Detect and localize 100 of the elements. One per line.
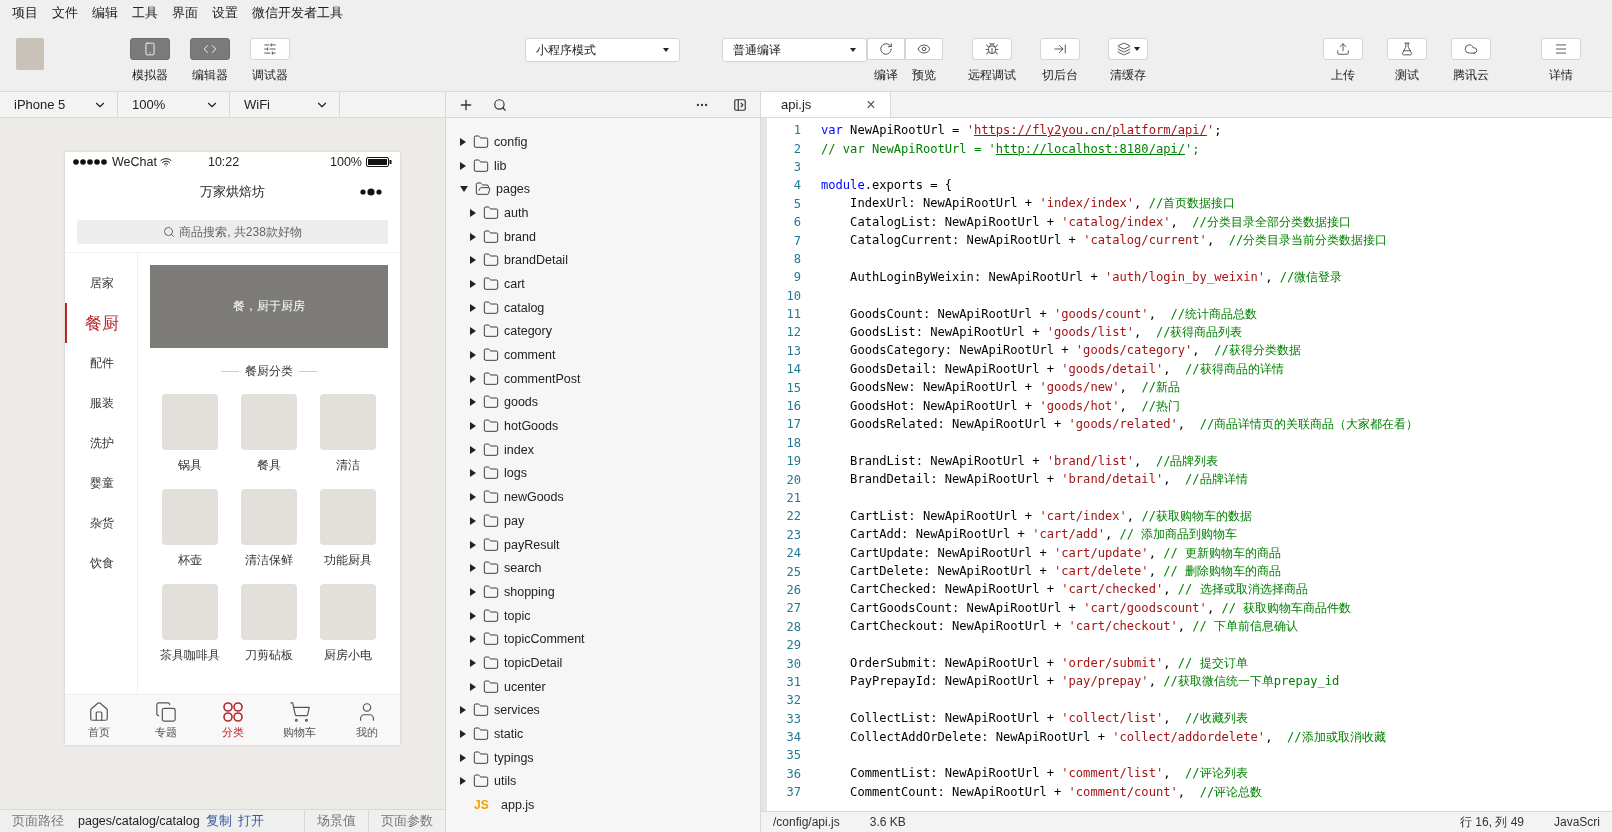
tree-item[interactable]: static (446, 722, 760, 746)
category-item[interactable]: 餐厨 (65, 303, 137, 343)
editor-tab[interactable]: api.js × (761, 92, 891, 117)
tree-item[interactable]: logs (446, 461, 760, 486)
tree-item[interactable]: topic (446, 603, 760, 628)
category-item[interactable]: 婴童 (65, 463, 137, 503)
category-item[interactable]: 杂货 (65, 503, 137, 543)
compile-select[interactable]: 普通编译 (722, 38, 867, 62)
tree-item[interactable]: payResult (446, 532, 760, 557)
code-line: CommentCount: NewApiRootUrl + 'comment/count', //评论总数 (849, 783, 1263, 801)
toolbar-button[interactable] (1323, 38, 1363, 60)
menu-item[interactable]: 文件 (52, 4, 78, 22)
tree-item[interactable]: typings (446, 745, 760, 770)
tree-item[interactable]: newGoods (446, 485, 760, 509)
section-title: 餐厨分类 (150, 348, 388, 394)
expand-triangle-icon (470, 351, 476, 360)
tree-item[interactable]: utils (446, 769, 760, 794)
view-toggle-button[interactable] (190, 38, 230, 60)
tree-item[interactable]: index (446, 437, 760, 462)
menu-item[interactable]: 界面 (172, 4, 198, 22)
search-icon (163, 226, 176, 238)
tree-item[interactable]: catalog (446, 295, 760, 320)
tab-bar-item[interactable]: 首页 (65, 695, 132, 745)
line-number: 26 (785, 582, 802, 597)
button-label: 预览 (912, 67, 936, 84)
category-item[interactable]: 饮食 (65, 543, 137, 583)
category-item[interactable]: 居家 (65, 263, 137, 303)
toolbar-button[interactable] (972, 38, 1012, 60)
toolbar-button[interactable] (1541, 38, 1581, 60)
tree-item[interactable]: brandDetail (446, 248, 760, 273)
tab-bar-item[interactable]: 购物车 (266, 695, 333, 745)
menu-item[interactable]: 设置 (212, 4, 238, 22)
toolbar-button[interactable] (1387, 38, 1427, 60)
tab-bar-item[interactable]: 分类 (199, 695, 266, 745)
toolbar-button[interactable] (1108, 38, 1148, 60)
mode-select[interactable]: 小程序模式 (525, 38, 680, 62)
category-item[interactable]: 配件 (65, 343, 137, 383)
footer-link[interactable]: 打开 (237, 812, 264, 830)
tree-item[interactable]: comment (446, 343, 760, 367)
tree-item[interactable]: shopping (446, 580, 760, 604)
menu-item[interactable]: 项目 (12, 4, 38, 22)
expand-triangle-icon (470, 256, 476, 265)
view-toggle-button[interactable] (130, 38, 170, 60)
code-line: CartCheckout: NewApiRootUrl + 'cart/checkout', // 下单前信息确认 (849, 618, 1299, 636)
folder-icon (483, 512, 499, 529)
tree-item[interactable]: cart (446, 272, 760, 296)
home-icon (87, 700, 110, 723)
folder-icon (483, 252, 499, 269)
toolbar-button[interactable] (1451, 38, 1491, 60)
code-url: http://localhost:8180/api/ (995, 141, 1186, 156)
code-line: CatalogCurrent: NewApiRootUrl + 'catalog/current', //分类目录当前分类数据接口 (849, 232, 1388, 250)
folder-icon (473, 749, 489, 766)
device-select[interactable]: 100% (118, 92, 230, 117)
tree-item[interactable]: brand (446, 224, 760, 249)
flask-icon (1400, 42, 1414, 56)
line-number: 31 (785, 674, 802, 689)
tree-item[interactable]: topicComment (446, 627, 760, 652)
footer-field-label[interactable]: 场景值 (317, 812, 356, 830)
tree-item[interactable]: ucenter (446, 674, 760, 699)
tree-item[interactable]: commentPost (446, 366, 760, 391)
line-number: 3 (792, 159, 802, 174)
code-line: GoodsList: NewApiRootUrl + 'goods/list', //获得商品列表 (849, 324, 1243, 341)
tree-item[interactable]: auth (446, 201, 760, 225)
more-dots-icon[interactable] (360, 188, 382, 196)
code-icon (203, 42, 217, 56)
line-number: 24 (785, 546, 802, 561)
language-mode[interactable]: JavaScri (1554, 815, 1600, 829)
menu-item[interactable]: 微信开发者工具 (252, 4, 343, 22)
expand-triangle-icon (470, 303, 476, 312)
code-line: var NewApiRootUrl = 'https://fly2you.cn/platform/api/'; (821, 123, 1222, 138)
category-item[interactable]: 服装 (65, 383, 137, 423)
toolbar-button[interactable] (905, 38, 943, 60)
expand-triangle-icon (470, 445, 476, 454)
tree-item[interactable]: category (446, 319, 760, 344)
tree-item[interactable]: hotGoods (446, 414, 760, 438)
toolbar-button[interactable] (1040, 38, 1080, 60)
category-item[interactable]: 洗护 (65, 423, 137, 463)
tree-item[interactable]: topicDetail (446, 651, 760, 675)
tree-item[interactable]: pay (446, 509, 760, 533)
tree-item[interactable]: search (446, 556, 760, 581)
eye-icon (917, 42, 931, 56)
tree-item[interactable]: pages (446, 177, 760, 202)
menu-item[interactable]: 编辑 (92, 4, 118, 22)
tab-bar-item[interactable]: 专题 (132, 695, 199, 745)
tree-item[interactable]: lib (446, 153, 760, 178)
tab-bar-item[interactable]: 我的 (333, 695, 400, 745)
tree-item[interactable]: JS app.js (446, 793, 760, 817)
menu-item[interactable]: 工具 (132, 4, 158, 22)
footer-field-label[interactable]: 页面参数 (381, 812, 433, 830)
tree-item[interactable]: config (446, 130, 760, 154)
tree-item[interactable]: services (446, 698, 760, 723)
footer-link[interactable]: 复制 (205, 812, 232, 830)
tree-item[interactable]: goods (446, 390, 760, 415)
search-field[interactable]: 商品搜索, 共238款好物 (77, 220, 388, 244)
phone-icon (143, 42, 157, 56)
device-select[interactable]: WiFi (230, 92, 340, 117)
toolbar-button[interactable] (867, 38, 905, 60)
line-number: 22 (785, 509, 802, 524)
expand-triangle-icon (460, 753, 466, 762)
device-select[interactable]: iPhone 5 (0, 92, 118, 117)
